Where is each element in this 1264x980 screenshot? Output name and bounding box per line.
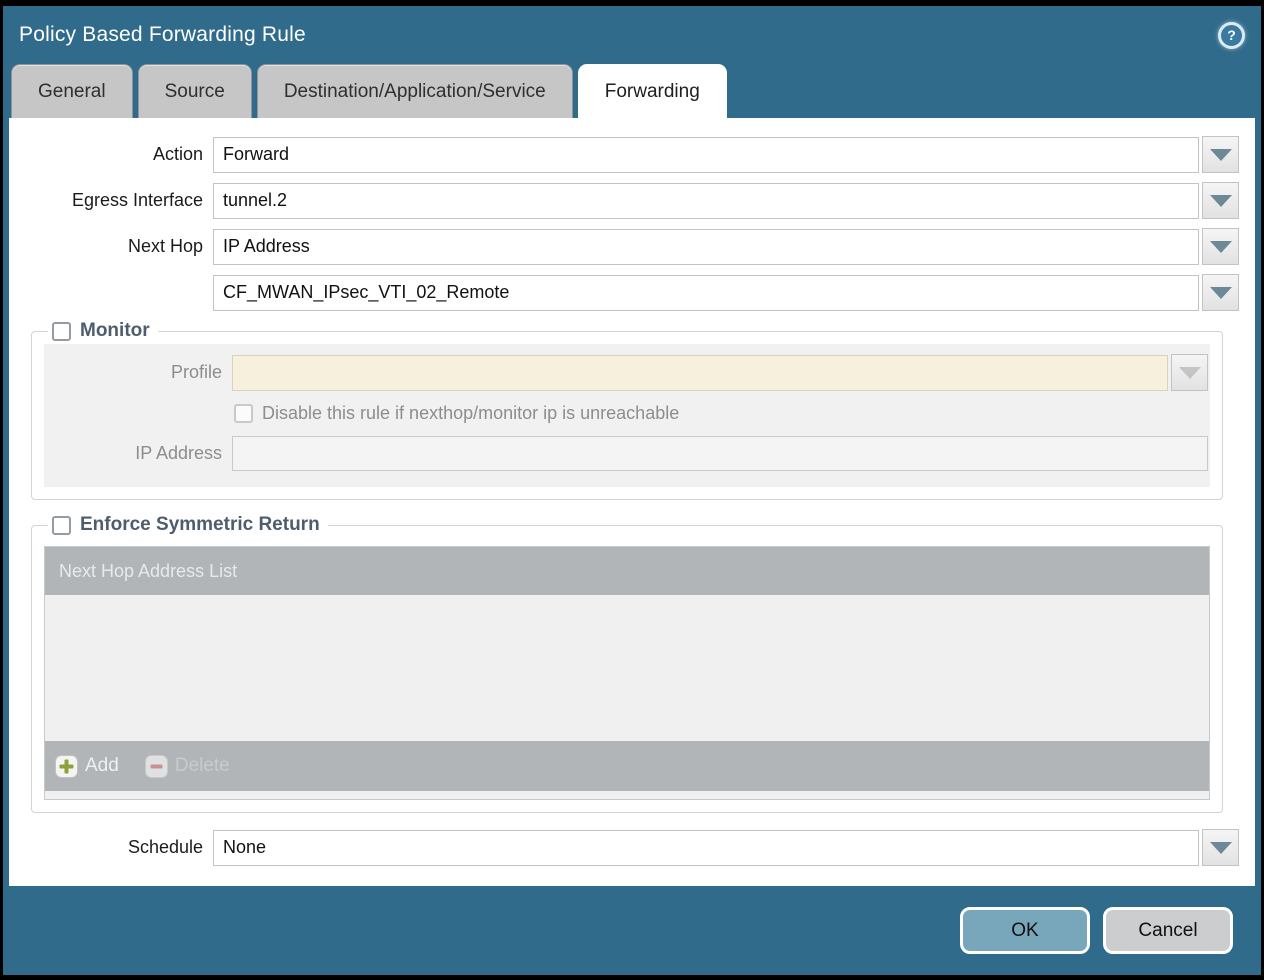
chevron-down-icon bbox=[1210, 195, 1232, 207]
profile-row: Profile bbox=[44, 354, 1208, 391]
chevron-down-icon bbox=[1210, 287, 1232, 299]
add-button[interactable]: Add bbox=[55, 755, 119, 778]
chevron-down-icon bbox=[1179, 367, 1201, 379]
schedule-dropdown-button[interactable] bbox=[1202, 829, 1239, 866]
action-select[interactable]: Forward bbox=[213, 137, 1199, 173]
chevron-down-icon bbox=[1210, 241, 1232, 253]
disable-rule-row: Disable this rule if nexthop/monitor ip … bbox=[234, 403, 1208, 424]
profile-label: Profile bbox=[44, 362, 224, 383]
title-bar: Policy Based Forwarding Rule ? bbox=[3, 6, 1261, 64]
monitor-ip-label: IP Address bbox=[44, 443, 224, 464]
pbf-rule-dialog: Policy Based Forwarding Rule ? General S… bbox=[0, 0, 1264, 980]
action-row: Action Forward bbox=[9, 136, 1239, 173]
tab-bar: General Source Destination/Application/S… bbox=[3, 64, 1261, 118]
next-hop-dropdown-button[interactable] bbox=[1202, 228, 1239, 265]
next-hop-type-select[interactable]: IP Address bbox=[213, 229, 1199, 265]
table-bottom-strip bbox=[45, 791, 1209, 799]
action-label: Action bbox=[9, 144, 205, 165]
symmetric-return-legend: Enforce Symmetric Return bbox=[48, 514, 328, 536]
disable-rule-checkbox bbox=[234, 404, 253, 423]
tab-forwarding[interactable]: Forwarding bbox=[578, 64, 727, 118]
chevron-down-icon bbox=[1210, 149, 1232, 161]
symmetric-return-checkbox[interactable] bbox=[52, 516, 71, 535]
next-hop-address-dropdown-button[interactable] bbox=[1202, 274, 1239, 311]
egress-interface-label: Egress Interface bbox=[9, 190, 205, 211]
monitor-ip-input bbox=[232, 436, 1208, 471]
help-icon[interactable]: ? bbox=[1218, 22, 1245, 49]
next-hop-label: Next Hop bbox=[9, 236, 205, 257]
action-dropdown-button[interactable] bbox=[1202, 136, 1239, 173]
minus-icon bbox=[145, 755, 168, 778]
next-hop-address-row: CF_MWAN_IPsec_VTI_02_Remote bbox=[9, 274, 1239, 311]
monitor-ip-row: IP Address bbox=[44, 436, 1208, 471]
egress-interface-select[interactable]: tunnel.2 bbox=[213, 183, 1199, 219]
disable-rule-label: Disable this rule if nexthop/monitor ip … bbox=[262, 403, 679, 424]
plus-icon bbox=[55, 755, 78, 778]
dialog-footer: OK Cancel bbox=[3, 886, 1261, 975]
table-header-label: Next Hop Address List bbox=[59, 561, 237, 582]
egress-interface-row: Egress Interface tunnel.2 bbox=[9, 182, 1239, 219]
ok-button[interactable]: OK bbox=[960, 907, 1090, 954]
table-body-empty bbox=[45, 595, 1209, 741]
delete-button-label: Delete bbox=[175, 755, 230, 777]
tab-destination-application-service[interactable]: Destination/Application/Service bbox=[257, 64, 573, 118]
monitor-legend: Monitor bbox=[48, 320, 158, 342]
monitor-legend-label: Monitor bbox=[80, 320, 150, 342]
monitor-profile-dropdown-button bbox=[1171, 354, 1208, 391]
monitor-profile-select[interactable] bbox=[232, 355, 1168, 391]
tab-source[interactable]: Source bbox=[138, 64, 252, 118]
next-hop-address-select[interactable]: CF_MWAN_IPsec_VTI_02_Remote bbox=[213, 275, 1199, 311]
egress-interface-dropdown-button[interactable] bbox=[1202, 182, 1239, 219]
next-hop-row: Next Hop IP Address bbox=[9, 228, 1239, 265]
table-toolbar: Add Delete bbox=[45, 741, 1209, 791]
schedule-label: Schedule bbox=[9, 837, 205, 858]
chevron-down-icon bbox=[1210, 842, 1232, 854]
dialog-title: Policy Based Forwarding Rule bbox=[19, 23, 306, 47]
monitor-section: Monitor Profile Disable this rule if nex… bbox=[31, 320, 1223, 500]
cancel-button[interactable]: Cancel bbox=[1103, 907, 1233, 954]
schedule-row: Schedule None bbox=[9, 829, 1239, 866]
table-header: Next Hop Address List bbox=[45, 547, 1209, 595]
symmetric-return-legend-label: Enforce Symmetric Return bbox=[80, 514, 320, 536]
tab-general[interactable]: General bbox=[11, 64, 133, 118]
delete-button: Delete bbox=[145, 755, 230, 778]
symmetric-return-section: Enforce Symmetric Return Next Hop Addres… bbox=[31, 514, 1223, 813]
add-button-label: Add bbox=[85, 755, 119, 777]
next-hop-address-table: Next Hop Address List Add bbox=[44, 546, 1210, 800]
forwarding-tab-panel: Action Forward Egress Interface tunnel.2… bbox=[9, 118, 1255, 886]
monitor-checkbox[interactable] bbox=[52, 322, 71, 341]
schedule-select[interactable]: None bbox=[213, 830, 1199, 866]
monitor-panel: Profile Disable this rule if nexthop/mon… bbox=[44, 344, 1210, 487]
